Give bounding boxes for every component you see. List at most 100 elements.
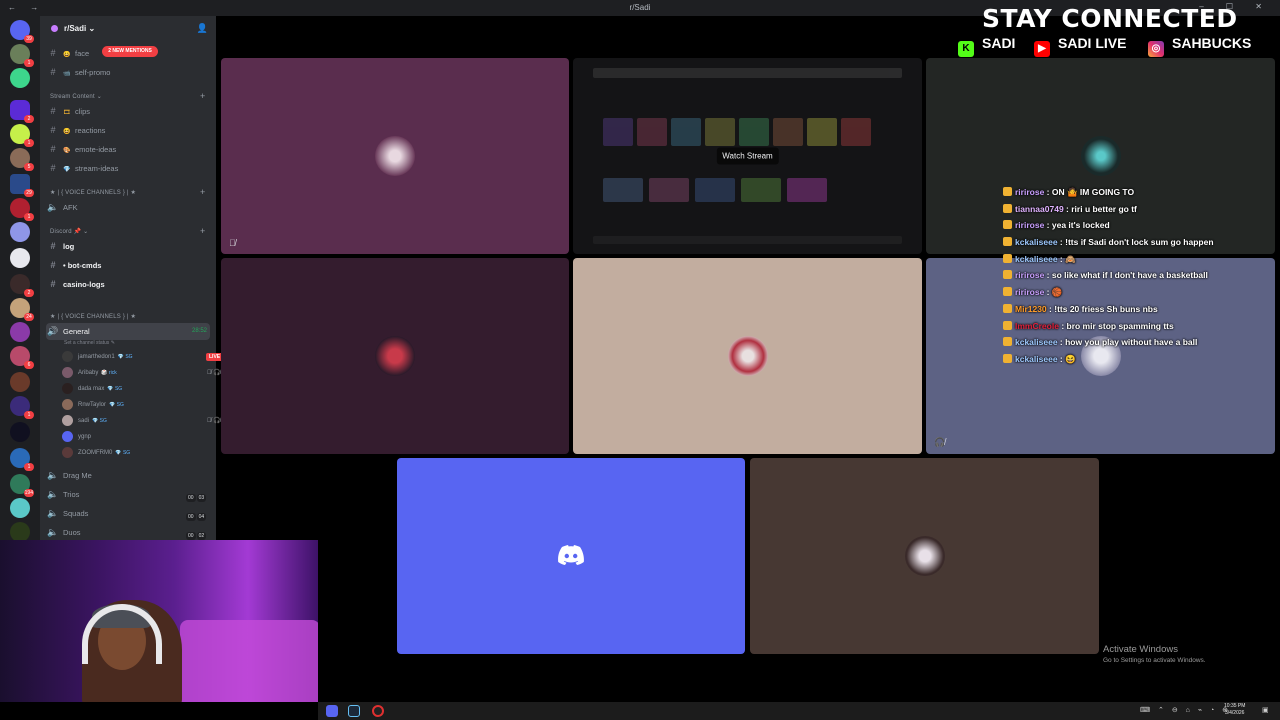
voice-member[interactable]: sadi 💎 SG 🎙̸ 🎧̸ xyxy=(62,413,221,429)
server-icon[interactable] xyxy=(10,522,30,542)
screen-share-tile[interactable]: Watch Stream xyxy=(573,58,922,254)
voice-member[interactable]: ygnp xyxy=(62,429,91,445)
server-icon[interactable] xyxy=(10,422,30,442)
participant-tile[interactable] xyxy=(221,258,569,454)
channel-label: emote-ideas xyxy=(75,145,117,154)
server-icon[interactable] xyxy=(10,372,30,392)
channel-label: Duos xyxy=(63,528,81,537)
server-icon[interactable]: 1 xyxy=(10,198,34,221)
channel-label: General xyxy=(63,327,90,336)
add-channel-icon[interactable]: + xyxy=(200,226,205,236)
server-icon[interactable] xyxy=(10,248,30,268)
voice-channel-general[interactable]: 🔊 General 28:52 xyxy=(46,323,210,340)
channel-log[interactable]: # log xyxy=(46,238,210,255)
channel-stream-ideas[interactable]: # 💎 stream-ideas xyxy=(46,160,210,177)
voice-channel-squads[interactable]: 🔈 Squads 00 04 xyxy=(46,505,210,522)
channel-reactions[interactable]: # 😆 reactions xyxy=(46,122,210,139)
chat-text: : riri u better go tf xyxy=(1066,203,1137,214)
voice-channel-drag-me[interactable]: 🔈 Drag Me xyxy=(46,467,210,484)
channel-status-hint[interactable]: Set a channel status ✎ xyxy=(64,340,115,346)
chat-text: : !tts if Sadi don't lock sum go happen xyxy=(1059,237,1214,248)
server-icon[interactable]: 1 xyxy=(10,448,34,471)
channel-bot-cmds[interactable]: # • bot-cmds xyxy=(46,257,210,274)
steam-taskbar-icon[interactable] xyxy=(348,705,360,717)
notifications-icon[interactable]: ▣ xyxy=(1262,706,1269,714)
watch-stream-button[interactable]: Watch Stream xyxy=(716,147,779,165)
voice-member[interactable]: dada max 💎 SG xyxy=(62,381,122,397)
channel-label: reactions xyxy=(75,126,106,135)
server-icon[interactable] xyxy=(10,322,30,342)
channel-clips[interactable]: # 🎞 clips xyxy=(46,103,210,120)
unread-badge: 1 xyxy=(24,139,34,147)
taskbar-clock[interactable]: 10:35 PM 3/4/2026 xyxy=(1224,703,1245,717)
server-icon[interactable]: 1 xyxy=(10,44,34,67)
channel-label: log xyxy=(63,242,75,251)
direct-messages-icon[interactable]: 39 xyxy=(10,20,34,43)
avatar xyxy=(62,414,73,426)
server-name[interactable]: r/Sadi ⌄ xyxy=(64,24,95,33)
participant-avatar xyxy=(375,336,415,376)
server-header[interactable]: r/Sadi ⌄ 👤 xyxy=(40,16,216,42)
chat-message: ririrose : 🏀 xyxy=(1003,284,1273,301)
add-channel-icon[interactable]: + xyxy=(200,91,205,101)
server-icon[interactable]: 6 xyxy=(10,346,34,369)
server-icon[interactable]: 24 xyxy=(10,298,34,321)
speaker-icon: 🔈 xyxy=(47,470,59,480)
voice-member[interactable]: jamarthedon1 💎 SG LIVE xyxy=(62,349,224,365)
youtube-icon: ▶ xyxy=(1034,41,1050,57)
server-icon[interactable] xyxy=(10,498,30,518)
channel-self-promo[interactable]: # 📹 self-promo xyxy=(46,64,210,81)
server-icon[interactable] xyxy=(10,222,30,242)
chat-username: ririrose xyxy=(1015,220,1045,231)
channel-emote-ideas[interactable]: # 🎨 emote-ideas xyxy=(46,141,210,158)
unread-badge: 24 xyxy=(24,313,34,321)
participant-tile[interactable] xyxy=(750,458,1099,654)
chat-badge-icon xyxy=(1003,303,1012,313)
activate-windows-watermark: Activate Windows Go to Settings to activ… xyxy=(1103,644,1206,664)
category-discord[interactable]: Discord 📌 ⌄ + xyxy=(50,226,205,236)
system-tray-icons[interactable]: ⌨ ⌃ ⊖ ⌂ ⌁ ◔ ⊕ xyxy=(1140,706,1231,714)
server-icon[interactable]: 2 xyxy=(10,274,34,297)
channel-label: face xyxy=(75,49,90,58)
server-icon[interactable]: 2 xyxy=(10,100,34,123)
channel-emoji: 😆 xyxy=(63,129,71,135)
chat-username: ririrose xyxy=(1015,270,1045,281)
unread-badge: 39 xyxy=(24,35,34,43)
voice-channel-afk[interactable]: 🔈 AFK xyxy=(46,199,210,216)
voice-channel-duos[interactable]: 🔈 Duos 00 02 xyxy=(46,524,210,541)
chat-text: : !tts 20 friess Sh buns nbs xyxy=(1049,303,1158,314)
server-icon[interactable]: 29 xyxy=(10,174,34,197)
participant-tile[interactable] xyxy=(573,258,922,454)
add-channel-icon[interactable]: + xyxy=(200,187,205,197)
chat-badge-icon xyxy=(1003,220,1012,230)
server-icon[interactable]: 5 xyxy=(10,148,34,171)
server-icon[interactable]: 194 xyxy=(10,474,34,497)
participant-tile[interactable] xyxy=(397,458,745,654)
server-icon[interactable]: 1 xyxy=(10,396,34,419)
new-mentions-pill[interactable]: 2 NEW MENTIONS xyxy=(102,46,158,57)
chat-message: lmmCreole : bro mir stop spamming tts xyxy=(1003,318,1273,335)
chat-badge-icon xyxy=(1003,203,1012,213)
invite-people-icon[interactable]: 👤 xyxy=(197,23,208,34)
speaker-icon: 🔈 xyxy=(47,508,59,518)
category-stream-content[interactable]: Stream Content ⌄ + xyxy=(50,91,205,101)
category-voice-channels[interactable]: ★ | { VOICE CHANNELS } | ★ + xyxy=(50,187,205,197)
channel-casino-logs[interactable]: # casino-logs xyxy=(46,276,210,293)
muted-deafened-icons: 🎙̸ 🎧̸ xyxy=(207,418,221,424)
instagram-icon: ◎ xyxy=(1148,41,1164,57)
participant-tile[interactable]: 🎙̸ xyxy=(221,58,569,254)
hash-icon: # xyxy=(50,163,56,173)
discord-taskbar-icon[interactable] xyxy=(326,705,338,717)
voice-member[interactable]: Aribaby 🎲 rick 🎙̸ 🎧̸ xyxy=(62,365,221,381)
avatar xyxy=(62,430,73,442)
avatar xyxy=(62,382,73,394)
obs-taskbar-icon[interactable] xyxy=(372,705,384,717)
hash-icon: # xyxy=(50,260,56,270)
unread-badge: 1 xyxy=(24,463,34,471)
voice-channel-trios[interactable]: 🔈 Trios 00 03 xyxy=(46,486,210,503)
server-icon[interactable]: 1 xyxy=(10,124,34,147)
server-icon[interactable] xyxy=(10,68,30,88)
voice-member[interactable]: RnwTaylor 💎 SG xyxy=(62,397,124,413)
voice-member[interactable]: ZOOMFRM0 💎 SG xyxy=(62,445,130,461)
category-voice-channels-2[interactable]: ★ | { VOICE CHANNELS } | ★ xyxy=(50,313,136,320)
